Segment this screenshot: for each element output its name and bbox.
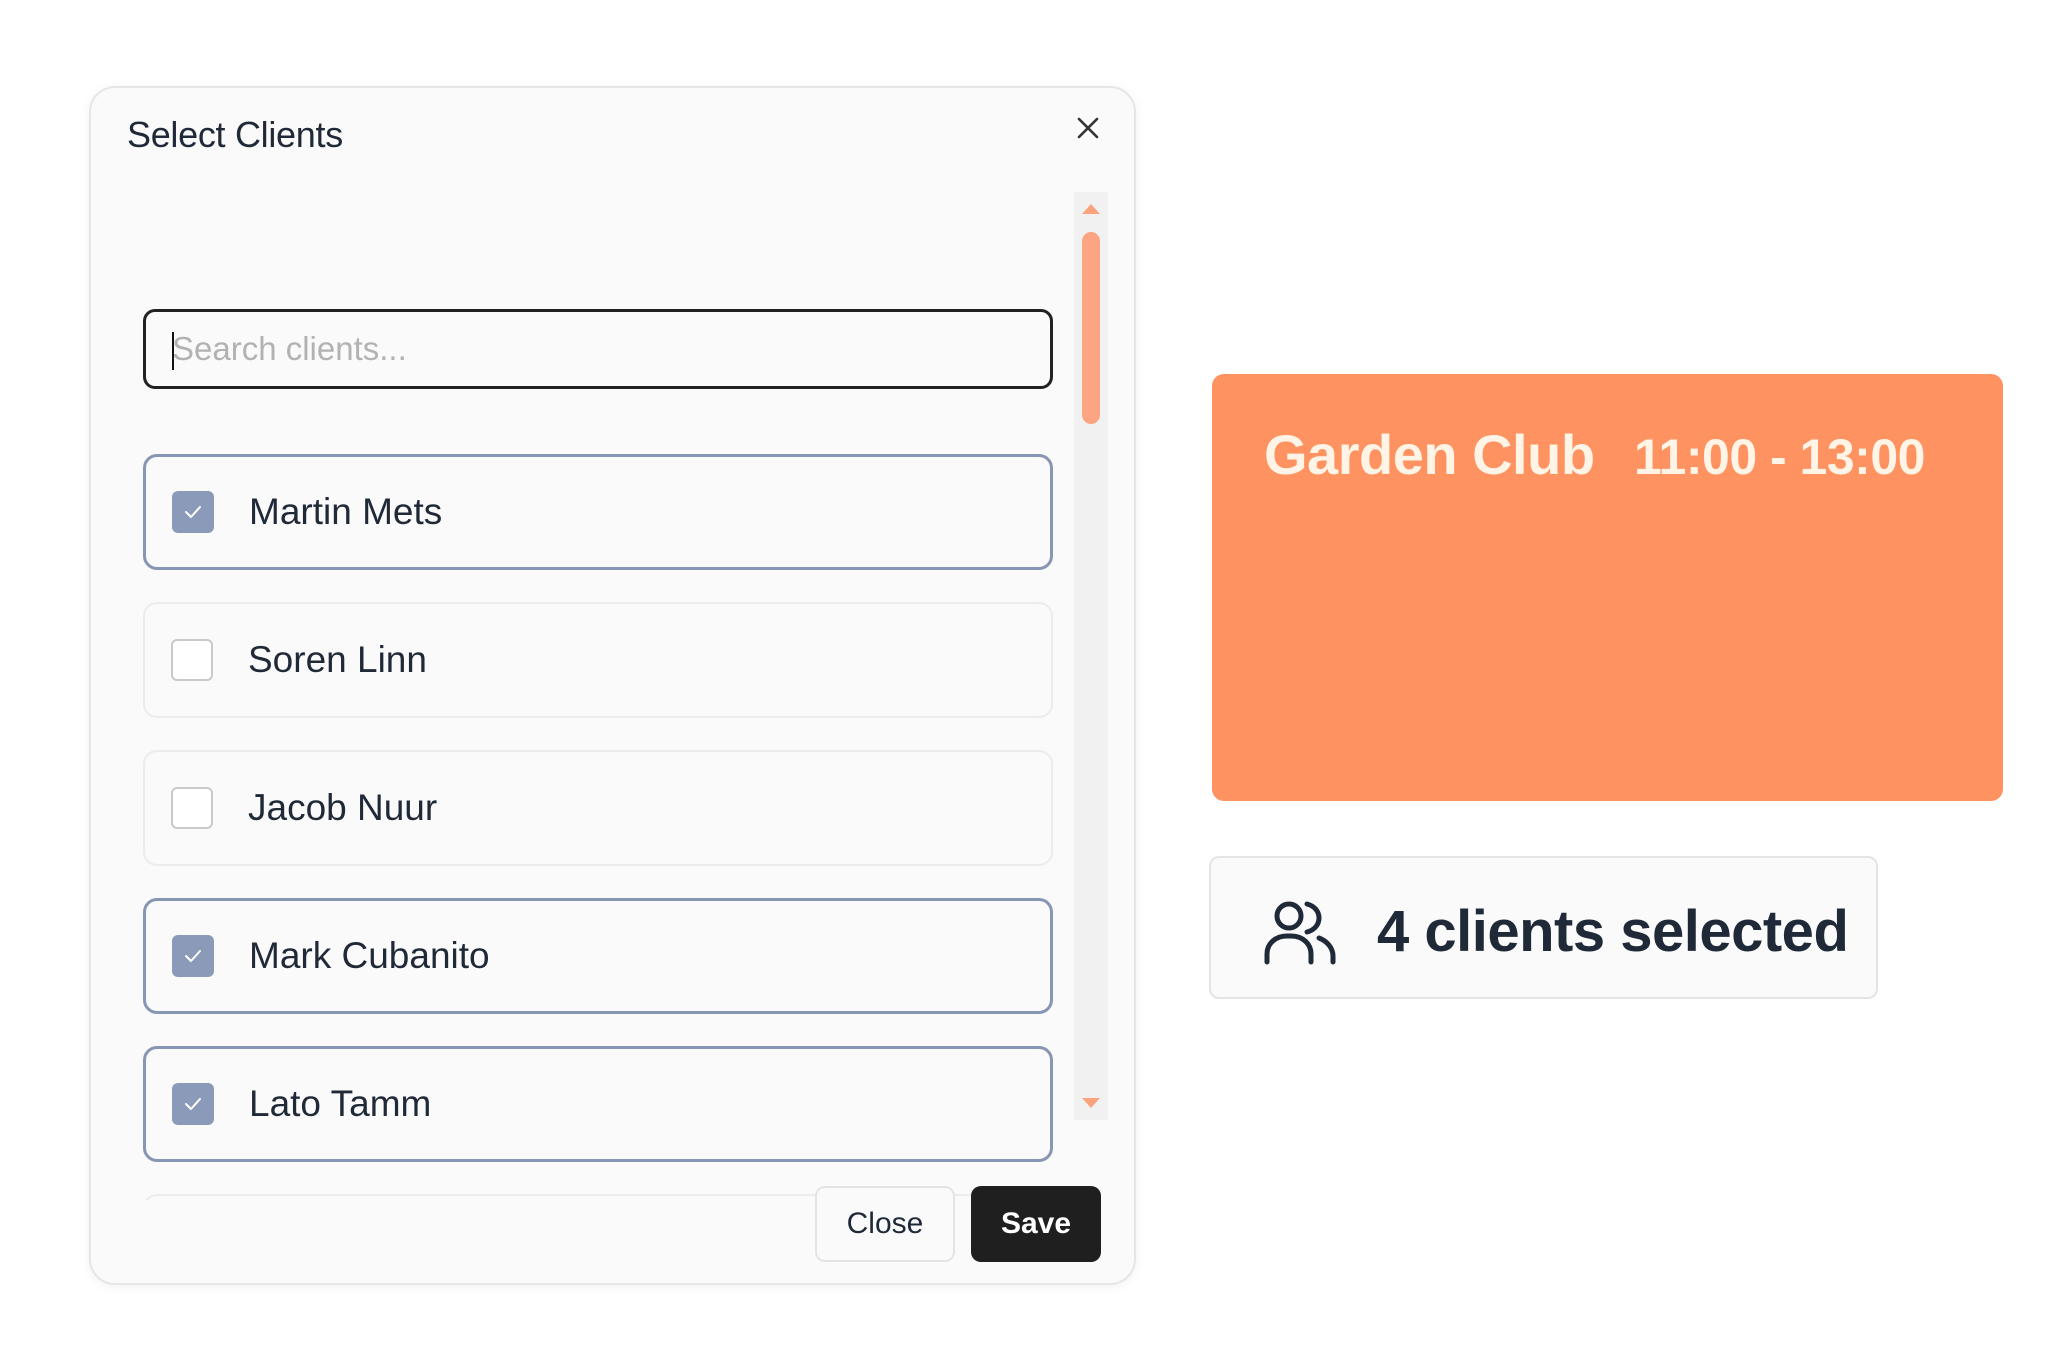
checkbox-checked[interactable]: [172, 1083, 214, 1125]
scrollbar[interactable]: [1074, 192, 1108, 1120]
text-caret: [172, 332, 174, 370]
check-icon: [185, 506, 201, 518]
event-card[interactable]: Garden Club 11:00 - 13:00: [1212, 374, 2003, 801]
scrollbar-thumb[interactable]: [1082, 232, 1100, 424]
clients-selected-text: 4 clients selected: [1377, 899, 1849, 964]
client-item-mark-cubanito[interactable]: Mark Cubanito: [143, 898, 1053, 1014]
checkbox-checked[interactable]: [172, 491, 214, 533]
client-name: Soren Linn: [248, 639, 427, 680]
select-clients-dialog: Select Clients Martin Mets Soren Li: [89, 86, 1136, 1285]
checkbox-unchecked[interactable]: [171, 787, 213, 829]
client-item-soren-linn[interactable]: Soren Linn: [143, 602, 1053, 718]
client-item-lato-tamm[interactable]: Lato Tamm: [143, 1046, 1053, 1162]
event-time: 11:00 - 13:00: [1634, 429, 1925, 485]
close-button[interactable]: Close: [815, 1186, 955, 1262]
close-icon[interactable]: [1064, 104, 1112, 152]
checkbox-unchecked[interactable]: [171, 639, 213, 681]
clients-selected-summary[interactable]: 4 clients selected: [1209, 856, 1878, 999]
client-list: Martin Mets Soren Linn Jacob Nuur Mark C…: [143, 454, 1053, 1200]
event-title: Garden Club: [1264, 423, 1595, 486]
client-item-martin-mets[interactable]: Martin Mets: [143, 454, 1053, 570]
client-name: Jacob Nuur: [248, 787, 438, 828]
client-name: Mark Cubanito: [249, 935, 490, 976]
check-icon: [185, 1098, 201, 1110]
client-name: Lato Tamm: [249, 1083, 432, 1124]
dialog-title: Select Clients: [127, 114, 343, 155]
save-button[interactable]: Save: [971, 1186, 1101, 1262]
users-icon: [1264, 901, 1336, 965]
client-item-jacob-nuur[interactable]: Jacob Nuur: [143, 750, 1053, 866]
scroll-down-arrow-icon[interactable]: [1082, 1098, 1100, 1108]
checkbox-checked[interactable]: [172, 935, 214, 977]
search-input[interactable]: [146, 312, 1050, 386]
client-scroll-area[interactable]: Martin Mets Soren Linn Jacob Nuur Mark C…: [143, 192, 1063, 1200]
search-box[interactable]: [143, 309, 1053, 389]
client-name: Martin Mets: [249, 491, 443, 532]
check-icon: [185, 950, 201, 962]
scroll-up-arrow-icon[interactable]: [1082, 204, 1100, 214]
